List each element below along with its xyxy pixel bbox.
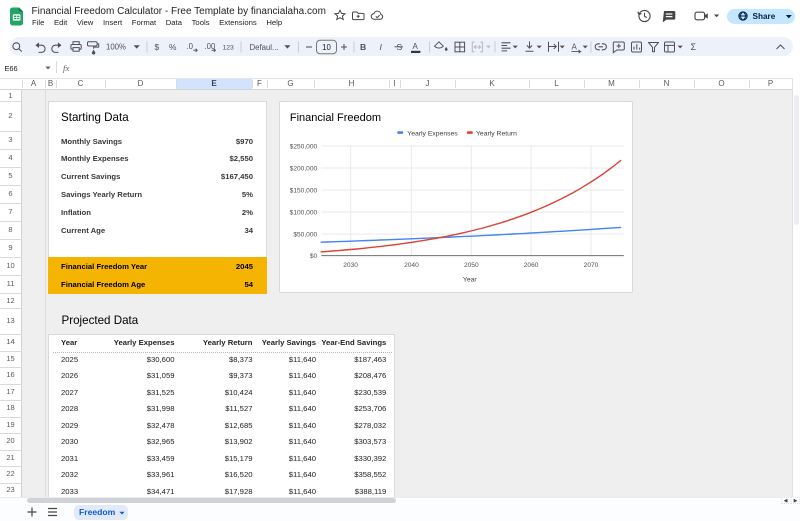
svg-text:2040: 2040 xyxy=(404,262,419,269)
svg-text:Yearly Expenses: Yearly Expenses xyxy=(407,130,458,137)
svg-text:B: B xyxy=(360,42,366,52)
svg-text:$: $ xyxy=(155,42,160,52)
svg-text:Financial Freedom: Financial Freedom xyxy=(290,112,381,124)
svg-text:Σ: Σ xyxy=(691,42,697,52)
svg-text:A: A xyxy=(572,42,578,51)
svg-text:2050: 2050 xyxy=(464,262,479,269)
svg-text:10: 10 xyxy=(322,42,331,51)
svg-text:123: 123 xyxy=(223,44,235,51)
svg-text:$0: $0 xyxy=(310,253,318,260)
svg-text:I: I xyxy=(380,42,383,52)
svg-text:$250,000: $250,000 xyxy=(290,143,318,150)
svg-text:2060: 2060 xyxy=(524,262,539,269)
svg-text:$50,000: $50,000 xyxy=(294,231,318,238)
svg-text:$100,000: $100,000 xyxy=(290,209,318,216)
svg-text:Year: Year xyxy=(463,276,477,283)
svg-text:.0: .0 xyxy=(187,42,194,51)
svg-text:%: % xyxy=(169,42,177,52)
svg-text:A: A xyxy=(413,42,419,51)
svg-text:2030: 2030 xyxy=(343,262,358,269)
svg-text:2070: 2070 xyxy=(584,262,599,269)
svg-text:$200,000: $200,000 xyxy=(290,165,318,172)
svg-text:Defaul...: Defaul... xyxy=(250,42,279,51)
svg-text:100%: 100% xyxy=(106,42,126,51)
svg-text:Yearly Return: Yearly Return xyxy=(476,130,517,137)
svg-text:$150,000: $150,000 xyxy=(290,187,318,194)
